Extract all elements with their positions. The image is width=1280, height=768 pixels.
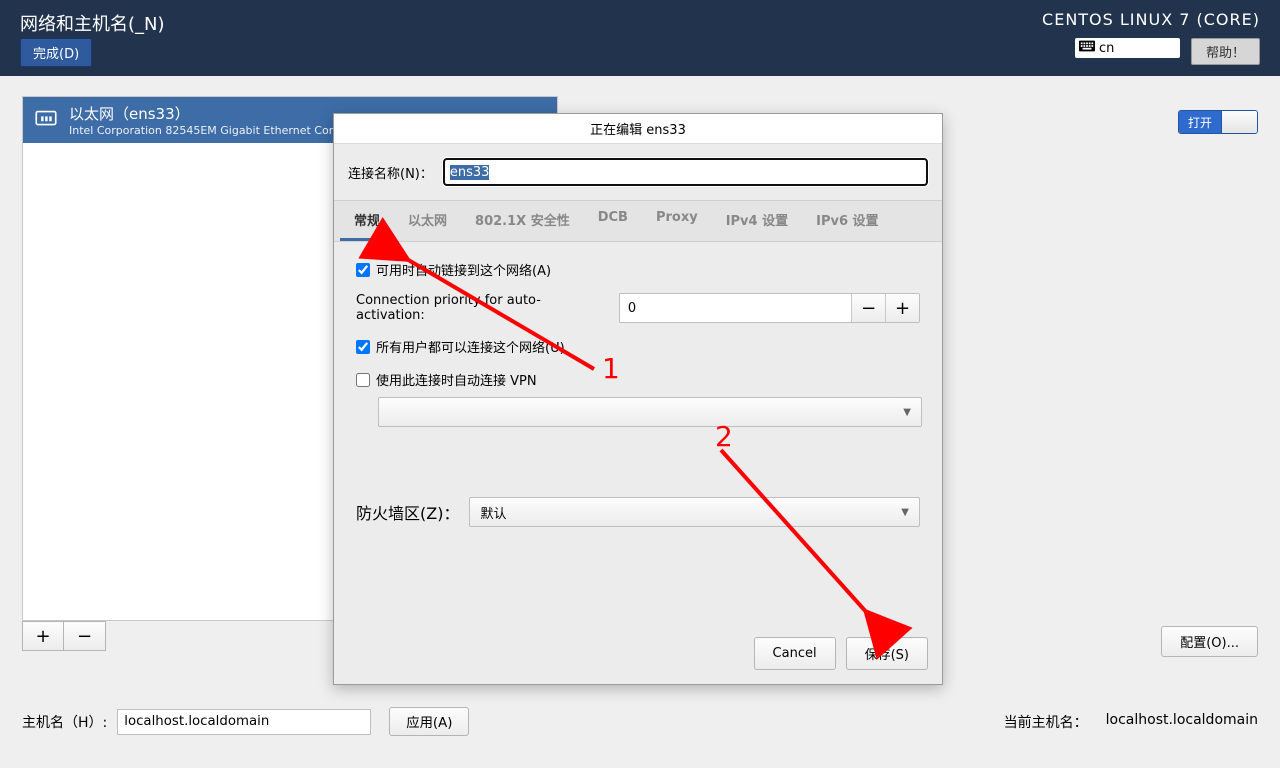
toggle-area: 打开 [1178, 110, 1258, 134]
distro-label: CENTOS LINUX 7 (CORE) [1042, 10, 1260, 29]
keyboard-indicator[interactable]: cn [1075, 38, 1180, 58]
tab-proxy[interactable]: Proxy [642, 201, 712, 241]
current-hostname-value: localhost.localdomain [1106, 712, 1258, 732]
firewall-value: 默认 [480, 503, 506, 522]
priority-spinner: − + [619, 293, 920, 323]
chevron-down-icon: ▼ [903, 407, 911, 418]
toggle-on-label: 打开 [1179, 111, 1221, 133]
remove-device-button[interactable]: − [64, 621, 106, 651]
tab-ethernet[interactable]: 以太网 [394, 201, 461, 241]
current-hostname: 当前主机名： localhost.localdomain [1004, 712, 1258, 732]
connection-name-input[interactable] [443, 158, 928, 186]
all-users-label: 所有用户都可以连接这个网络(U) [376, 337, 565, 356]
keyboard-layout: cn [1099, 41, 1114, 56]
vpn-checkbox[interactable] [356, 373, 370, 387]
add-remove-row: + − [22, 621, 106, 651]
tab-general[interactable]: 常规 [340, 201, 394, 241]
add-device-button[interactable]: + [22, 621, 64, 651]
tab-8021x[interactable]: 802.1X 安全性 [461, 201, 584, 241]
tab-general-body: 可用时自动链接到这个网络(A) Connection priority for … [334, 242, 942, 545]
tab-ipv6[interactable]: IPv6 设置 [802, 201, 892, 241]
current-hostname-label: 当前主机名： [1004, 712, 1088, 732]
vpn-label: 使用此连接时自动连接 VPN [376, 370, 537, 389]
edit-connection-dialog: 正在编辑 ens33 连接名称(N)： 常规 以太网 802.1X 安全性 DC… [333, 113, 943, 685]
vpn-combo[interactable]: ▼ [378, 397, 922, 427]
all-users-checkbox[interactable] [356, 340, 370, 354]
toggle-knob [1221, 111, 1257, 133]
priority-increment[interactable]: + [885, 294, 919, 322]
cancel-button[interactable]: Cancel [754, 637, 836, 670]
page-title: 网络和主机名(_N) [20, 10, 165, 36]
ethernet-icon [31, 103, 61, 133]
auto-connect-checkbox[interactable] [356, 263, 370, 277]
hostname-row: 主机名（H）: 应用(A) [22, 707, 469, 736]
dialog-buttons: Cancel 保存(S) [754, 637, 928, 670]
priority-decrement[interactable]: − [851, 294, 885, 322]
priority-row: Connection priority for auto-activation:… [356, 293, 920, 323]
hostname-label: 主机名（H）: [22, 712, 107, 732]
firewall-row: 防火墙区(Z)： 默认 ▼ [356, 497, 920, 527]
hostname-input[interactable] [117, 709, 371, 735]
done-button[interactable]: 完成(D) [20, 38, 92, 67]
save-button[interactable]: 保存(S) [846, 637, 928, 670]
connection-name-label: 连接名称(N)： [348, 163, 433, 182]
vpn-row: 使用此连接时自动连接 VPN [356, 370, 920, 389]
apply-hostname-button[interactable]: 应用(A) [389, 707, 469, 736]
tab-dcb[interactable]: DCB [584, 201, 642, 241]
keyboard-icon [1079, 40, 1095, 56]
connection-toggle[interactable]: 打开 [1178, 110, 1258, 134]
auto-connect-label: 可用时自动链接到这个网络(A) [376, 260, 551, 279]
priority-input[interactable] [620, 294, 851, 322]
dialog-tabs: 常规 以太网 802.1X 安全性 DCB Proxy IPv4 设置 IPv6… [334, 200, 942, 242]
configure-button[interactable]: 配置(O)... [1161, 626, 1258, 657]
connection-name-row: 连接名称(N)： [334, 144, 942, 200]
installer-header: 网络和主机名(_N) 完成(D) CENTOS LINUX 7 (CORE) c… [0, 0, 1280, 76]
all-users-row: 所有用户都可以连接这个网络(U) [356, 337, 920, 356]
firewall-combo[interactable]: 默认 ▼ [469, 497, 920, 527]
dialog-title: 正在编辑 ens33 [334, 114, 942, 144]
auto-connect-row: 可用时自动链接到这个网络(A) [356, 260, 920, 279]
chevron-down-icon: ▼ [901, 507, 909, 518]
priority-label: Connection priority for auto-activation: [356, 293, 609, 323]
tab-ipv4[interactable]: IPv4 设置 [712, 201, 802, 241]
help-button[interactable]: 帮助！ [1191, 38, 1260, 65]
firewall-label: 防火墙区(Z)： [356, 500, 459, 524]
